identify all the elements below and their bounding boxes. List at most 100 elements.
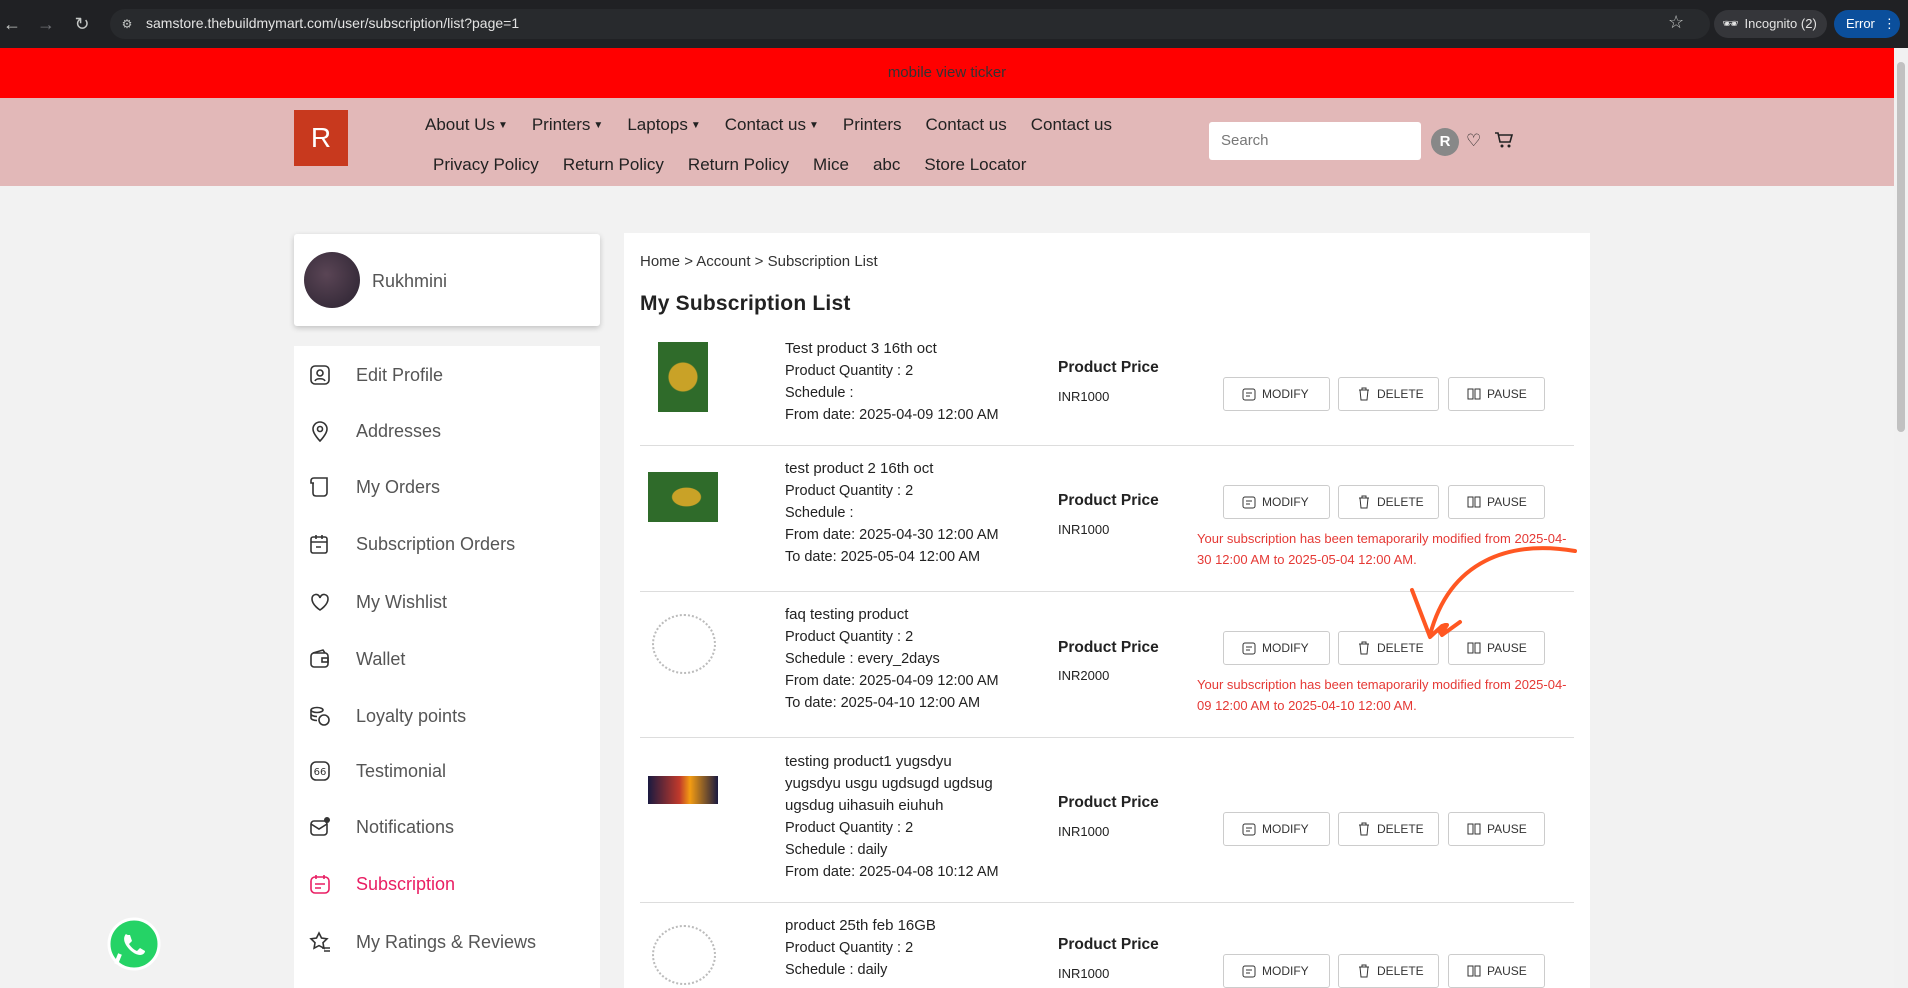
sidebar-item-subscription[interactable]: Subscription bbox=[294, 864, 600, 904]
modify-button[interactable]: MODIFY bbox=[1223, 485, 1330, 519]
calendar-edit-icon bbox=[310, 535, 328, 554]
pause-button-label: PAUSE bbox=[1487, 964, 1527, 978]
pause-button-label: PAUSE bbox=[1487, 387, 1527, 401]
product-thumbnail[interactable] bbox=[648, 776, 718, 804]
product-thumbnail[interactable] bbox=[652, 925, 716, 985]
pause-button[interactable]: PAUSE bbox=[1448, 485, 1545, 519]
heart-icon bbox=[311, 593, 329, 611]
modify-button[interactable]: MODIFY bbox=[1223, 377, 1330, 411]
reload-icon[interactable]: ↻ bbox=[72, 14, 92, 34]
sidebar-item-my-wishlist[interactable]: My Wishlist bbox=[294, 582, 600, 622]
sidebar-item-loyalty-points[interactable]: Loyalty points bbox=[294, 696, 600, 736]
delete-button[interactable]: DELETE bbox=[1338, 954, 1439, 988]
menu-contact-us-2[interactable]: Contact us bbox=[925, 115, 1006, 135]
product-name[interactable]: Test product 3 16th oct bbox=[785, 338, 1005, 360]
sidebar-item-label: Addresses bbox=[356, 421, 442, 441]
subscription-icon bbox=[310, 875, 330, 894]
star-rating-icon bbox=[309, 931, 330, 952]
pause-button[interactable]: PAUSE bbox=[1448, 812, 1545, 846]
forward-icon[interactable]: → bbox=[36, 14, 56, 34]
sidebar-item-notifications[interactable]: Notifications bbox=[294, 807, 600, 847]
row-divider bbox=[640, 445, 1574, 446]
account-sidebar: Edit Profile Addresses My Orders Subscri… bbox=[294, 346, 600, 988]
breadcrumb-account[interactable]: Account bbox=[696, 253, 750, 270]
product-name[interactable]: testing product1 yugsdyu yugsdyu usgu ug… bbox=[785, 751, 1005, 817]
sidebar-item-label: Testimonial bbox=[356, 761, 447, 781]
product-schedule: Schedule : daily bbox=[785, 842, 888, 858]
delete-button-label: DELETE bbox=[1377, 387, 1424, 401]
menu-printers[interactable]: Printers ▼ bbox=[532, 115, 603, 135]
sidebar-item-subscription-orders[interactable]: Subscription Orders bbox=[294, 524, 600, 564]
breadcrumb-current: Subscription List bbox=[767, 253, 878, 270]
cart-icon[interactable] bbox=[1494, 131, 1514, 154]
product-name[interactable]: product 25th feb 16GB bbox=[785, 915, 1005, 937]
menu-about-us[interactable]: About Us ▼ bbox=[425, 115, 508, 135]
trash-icon bbox=[1359, 822, 1369, 836]
delete-button[interactable]: DELETE bbox=[1338, 485, 1439, 519]
menu-dots-icon[interactable]: ⋮ bbox=[1883, 16, 1896, 31]
caret-down-icon: ▼ bbox=[690, 120, 701, 131]
site-logo[interactable]: R bbox=[294, 110, 348, 166]
menu-laptops[interactable]: Laptops ▼ bbox=[627, 115, 700, 135]
sidebar-item-ratings-reviews[interactable]: My Ratings & Reviews bbox=[294, 922, 600, 962]
modify-button[interactable]: MODIFY bbox=[1223, 954, 1330, 988]
pause-button[interactable]: PAUSE bbox=[1448, 954, 1545, 988]
delete-button-label: DELETE bbox=[1377, 822, 1424, 836]
trash-icon bbox=[1359, 964, 1369, 978]
product-info: product 25th feb 16GB Product Quantity :… bbox=[785, 915, 1005, 981]
search-input[interactable]: Search bbox=[1209, 122, 1421, 160]
ticker-bar: mobile view ticker bbox=[0, 48, 1894, 98]
menu-abc[interactable]: abc bbox=[873, 155, 900, 175]
incognito-label: Incognito (2) bbox=[1744, 16, 1817, 31]
sidebar-item-addresses[interactable]: Addresses bbox=[294, 411, 600, 451]
price-value: INR1000 bbox=[1058, 389, 1110, 404]
sidebar-item-wallet[interactable]: Wallet bbox=[294, 639, 600, 679]
modify-button[interactable]: MODIFY bbox=[1223, 812, 1330, 846]
incognito-badge[interactable]: 🕶 Incognito (2) bbox=[1714, 10, 1827, 38]
product-from-date: From date: 2025-04-09 12:00 AM bbox=[785, 673, 999, 689]
product-thumbnail[interactable] bbox=[648, 472, 718, 522]
wishlist-heart-icon[interactable]: ♡ bbox=[1466, 131, 1481, 151]
pause-button[interactable]: PAUSE bbox=[1448, 377, 1545, 411]
error-label: Error bbox=[1846, 16, 1875, 31]
price-label: Product Price bbox=[1058, 359, 1159, 376]
menu-privacy-policy[interactable]: Privacy Policy bbox=[433, 155, 539, 175]
product-thumbnail[interactable] bbox=[652, 614, 716, 674]
caret-down-icon: ▼ bbox=[497, 120, 508, 131]
user-avatar[interactable]: R bbox=[1431, 128, 1459, 156]
menu-mice[interactable]: Mice bbox=[813, 155, 849, 175]
profile-name: Rukhmini bbox=[372, 271, 448, 291]
subscription-notice: Your subscription has been temaporarily … bbox=[1197, 677, 1567, 713]
sidebar-item-edit-profile[interactable]: Edit Profile bbox=[294, 355, 600, 395]
modify-button[interactable]: MODIFY bbox=[1223, 631, 1330, 665]
price-label: Product Price bbox=[1058, 639, 1159, 656]
menu-return-policy[interactable]: Return Policy bbox=[563, 155, 664, 175]
menu-contact-us-3[interactable]: Contact us bbox=[1031, 115, 1112, 135]
calendar-edit-icon bbox=[1242, 642, 1256, 655]
error-badge[interactable]: Error ⋮ bbox=[1834, 10, 1900, 38]
calendar-edit-icon bbox=[1242, 388, 1256, 401]
menu-contact-us[interactable]: Contact us ▼ bbox=[725, 115, 819, 135]
bookmark-star-icon[interactable]: ☆ bbox=[1668, 12, 1684, 33]
menu-printers-2[interactable]: Printers bbox=[843, 115, 902, 135]
site-info-icon[interactable]: ⚙ bbox=[118, 15, 136, 33]
product-thumbnail[interactable] bbox=[658, 342, 708, 412]
product-name[interactable]: faq testing product bbox=[785, 604, 1005, 626]
menu-store-locator[interactable]: Store Locator bbox=[924, 155, 1026, 175]
breadcrumb-home[interactable]: Home bbox=[640, 253, 680, 270]
sidebar-item-testimonial[interactable]: 66 Testimonial bbox=[294, 751, 600, 791]
menu-return-policy-2[interactable]: Return Policy bbox=[688, 155, 789, 175]
delete-button[interactable]: DELETE bbox=[1338, 377, 1439, 411]
sidebar-item-label: Subscription Orders bbox=[356, 534, 516, 554]
back-icon[interactable]: ← bbox=[2, 14, 22, 34]
pause-button-label: PAUSE bbox=[1487, 822, 1527, 836]
product-name[interactable]: test product 2 16th oct bbox=[785, 458, 1005, 480]
location-pin-icon bbox=[312, 421, 328, 443]
whatsapp-icon[interactable] bbox=[106, 916, 162, 972]
sidebar-item-label: Wallet bbox=[356, 649, 406, 669]
quote-icon: 66 bbox=[310, 761, 330, 781]
page-scrollbar-thumb[interactable] bbox=[1897, 62, 1905, 432]
delete-button[interactable]: DELETE bbox=[1338, 812, 1439, 846]
sidebar-item-my-orders[interactable]: My Orders bbox=[294, 467, 600, 507]
url-text[interactable]: samstore.thebuildmymart.com/user/subscri… bbox=[146, 15, 519, 31]
